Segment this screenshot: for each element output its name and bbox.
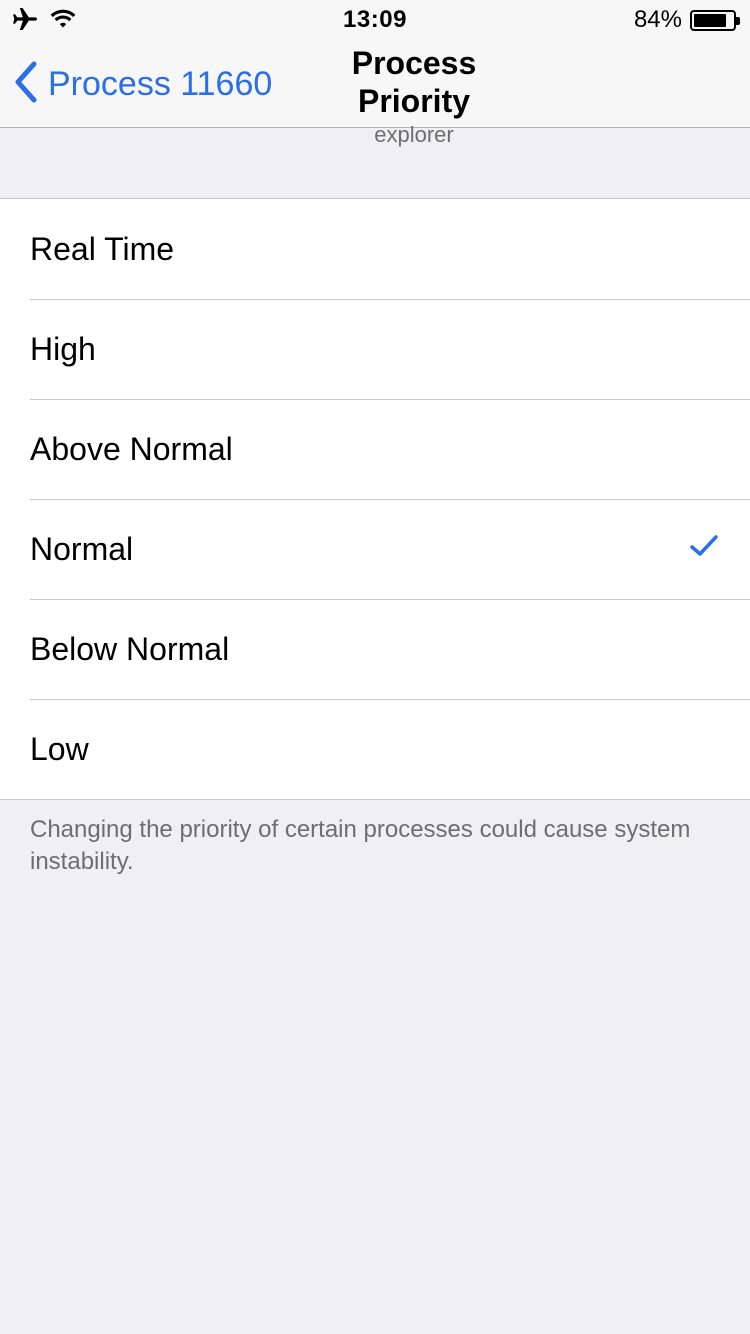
navigation-bar: Process 11660 Process Priority explorer bbox=[0, 40, 750, 147]
page-subtitle: explorer bbox=[374, 122, 454, 147]
battery-fill bbox=[694, 13, 726, 27]
status-bar: 13:09 84% bbox=[0, 0, 750, 40]
priority-option-below-normal[interactable]: Below Normal bbox=[0, 599, 750, 699]
back-button[interactable]: Process 11660 bbox=[14, 60, 272, 108]
priority-option-normal[interactable]: Normal bbox=[0, 499, 750, 599]
battery-icon bbox=[690, 9, 740, 31]
nav-title-block: Process Priority explorer bbox=[296, 44, 532, 150]
priority-option-label: Above Normal bbox=[30, 430, 233, 467]
footer-note: Changing the priority of certain process… bbox=[30, 816, 691, 875]
priority-option-label: High bbox=[30, 330, 96, 367]
priority-option-label: Normal bbox=[30, 530, 134, 567]
status-right: 84% bbox=[633, 6, 740, 34]
priority-option-label: Real Time bbox=[30, 230, 175, 267]
priority-list: Real Time High Above Normal Normal Below… bbox=[0, 198, 750, 800]
priority-option-low[interactable]: Low bbox=[0, 699, 750, 799]
chevron-left-icon bbox=[14, 61, 38, 108]
priority-option-high[interactable]: High bbox=[0, 299, 750, 399]
back-button-label: Process 11660 bbox=[48, 64, 273, 103]
page-title: Process Priority bbox=[351, 45, 477, 119]
battery-nub bbox=[736, 16, 740, 25]
battery-percent: 84% bbox=[633, 6, 682, 33]
priority-option-label: Low bbox=[30, 730, 89, 767]
priority-option-above-normal[interactable]: Above Normal bbox=[0, 399, 750, 499]
checkmark-icon bbox=[690, 535, 718, 562]
priority-option-label: Below Normal bbox=[30, 630, 230, 667]
priority-option-real-time[interactable]: Real Time bbox=[0, 199, 750, 299]
